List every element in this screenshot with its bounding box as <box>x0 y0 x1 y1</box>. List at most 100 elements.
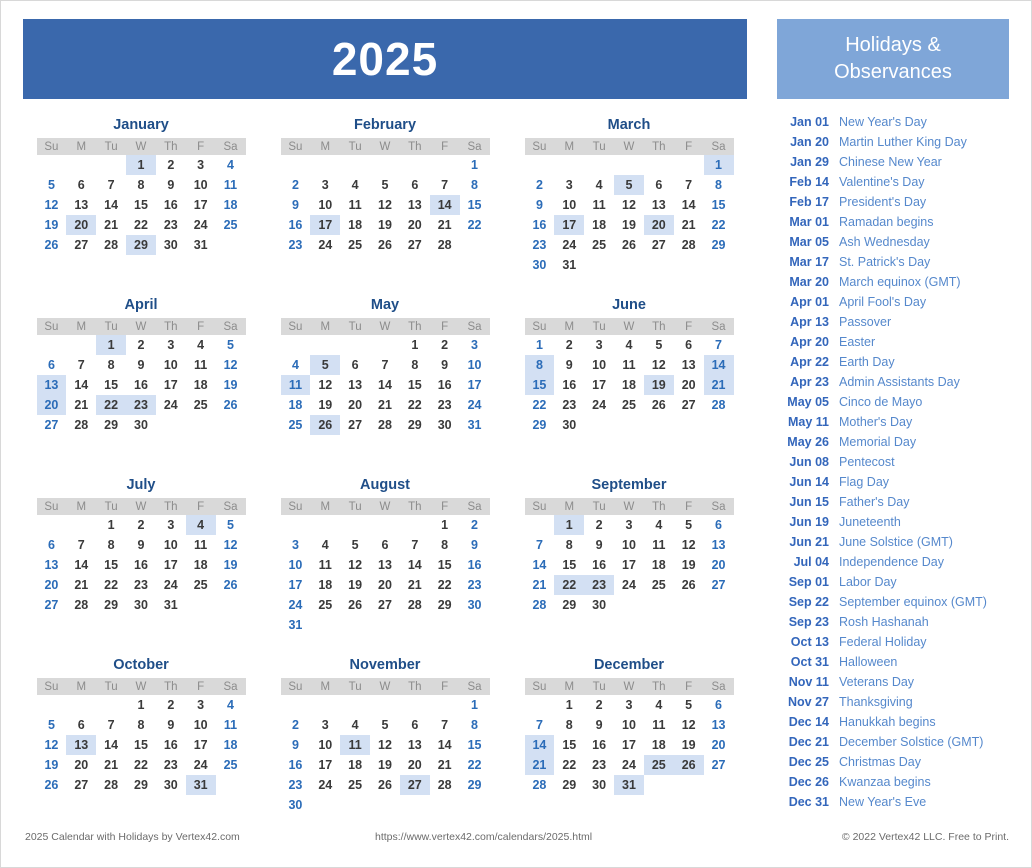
day-cell[interactable]: 14 <box>525 555 555 575</box>
day-cell[interactable]: 18 <box>186 555 216 575</box>
day-cell[interactable]: 23 <box>430 395 460 415</box>
day-cell[interactable]: 22 <box>554 755 584 775</box>
day-cell[interactable]: 26 <box>370 775 400 795</box>
day-cell[interactable]: 21 <box>66 395 96 415</box>
day-cell-highlighted[interactable]: 31 <box>185 775 216 795</box>
day-cell-highlighted[interactable]: 11 <box>340 735 371 755</box>
day-cell[interactable]: 21 <box>525 575 555 595</box>
day-cell[interactable]: 8 <box>430 535 460 555</box>
day-cell[interactable]: 1 <box>460 695 490 715</box>
day-cell[interactable]: 9 <box>126 535 156 555</box>
day-cell[interactable]: 10 <box>156 355 186 375</box>
day-cell[interactable]: 25 <box>216 215 246 235</box>
day-cell[interactable]: 15 <box>126 195 156 215</box>
day-cell[interactable]: 30 <box>156 775 186 795</box>
day-cell[interactable]: 17 <box>614 735 644 755</box>
day-cell[interactable]: 30 <box>584 775 614 795</box>
day-cell-highlighted[interactable]: 5 <box>310 355 341 375</box>
day-cell[interactable]: 11 <box>216 175 246 195</box>
day-cell[interactable]: 19 <box>674 555 704 575</box>
day-cell[interactable]: 4 <box>614 335 644 355</box>
day-cell[interactable]: 12 <box>216 355 246 375</box>
day-cell[interactable]: 26 <box>340 595 370 615</box>
day-cell[interactable]: 16 <box>156 195 186 215</box>
day-cell[interactable]: 7 <box>66 355 96 375</box>
day-cell[interactable]: 6 <box>704 515 734 535</box>
day-cell[interactable]: 3 <box>554 175 584 195</box>
day-cell[interactable]: 12 <box>614 195 644 215</box>
day-cell[interactable]: 4 <box>340 175 370 195</box>
day-cell[interactable]: 13 <box>66 195 96 215</box>
day-cell[interactable]: 28 <box>96 775 126 795</box>
day-cell[interactable]: 18 <box>216 735 246 755</box>
day-cell[interactable]: 11 <box>340 195 370 215</box>
day-cell[interactable]: 3 <box>310 175 340 195</box>
day-cell[interactable]: 22 <box>126 755 156 775</box>
day-cell[interactable]: 30 <box>460 595 490 615</box>
day-cell[interactable]: 10 <box>554 195 584 215</box>
day-cell[interactable]: 2 <box>156 695 186 715</box>
day-cell-highlighted[interactable]: 23 <box>584 575 615 595</box>
day-cell[interactable]: 21 <box>66 575 96 595</box>
day-cell[interactable]: 17 <box>156 375 186 395</box>
day-cell[interactable]: 12 <box>216 535 246 555</box>
day-cell[interactable]: 6 <box>674 335 704 355</box>
day-cell-highlighted[interactable]: 26 <box>310 415 341 435</box>
day-cell[interactable]: 21 <box>430 215 460 235</box>
day-cell[interactable]: 22 <box>400 395 430 415</box>
day-cell[interactable]: 29 <box>554 595 584 615</box>
day-cell[interactable]: 6 <box>400 175 430 195</box>
day-cell[interactable]: 24 <box>310 235 340 255</box>
day-cell[interactable]: 30 <box>281 795 311 815</box>
day-cell[interactable]: 21 <box>96 215 126 235</box>
day-cell[interactable]: 15 <box>554 555 584 575</box>
day-cell[interactable]: 11 <box>614 355 644 375</box>
day-cell[interactable]: 4 <box>584 175 614 195</box>
day-cell[interactable]: 27 <box>37 415 67 435</box>
day-cell[interactable]: 28 <box>66 415 96 435</box>
day-cell[interactable]: 24 <box>281 595 311 615</box>
day-cell[interactable]: 16 <box>525 215 555 235</box>
day-cell-highlighted[interactable]: 20 <box>643 215 674 235</box>
day-cell[interactable]: 14 <box>66 555 96 575</box>
day-cell[interactable]: 22 <box>460 215 490 235</box>
day-cell[interactable]: 25 <box>340 235 370 255</box>
day-cell-highlighted[interactable]: 14 <box>429 195 460 215</box>
day-cell[interactable]: 3 <box>460 335 490 355</box>
day-cell[interactable]: 14 <box>674 195 704 215</box>
day-cell[interactable]: 25 <box>186 395 216 415</box>
day-cell[interactable]: 1 <box>525 335 555 355</box>
day-cell[interactable]: 25 <box>644 575 674 595</box>
day-cell[interactable]: 3 <box>156 515 186 535</box>
day-cell[interactable]: 27 <box>37 595 67 615</box>
day-cell[interactable]: 11 <box>310 555 340 575</box>
day-cell[interactable]: 5 <box>674 695 704 715</box>
day-cell-highlighted[interactable]: 5 <box>614 175 644 195</box>
day-cell[interactable]: 27 <box>340 415 370 435</box>
day-cell[interactable]: 28 <box>704 395 734 415</box>
day-cell[interactable]: 27 <box>704 755 734 775</box>
day-cell[interactable]: 30 <box>156 235 186 255</box>
day-cell[interactable]: 12 <box>370 195 400 215</box>
day-cell[interactable]: 3 <box>614 695 644 715</box>
day-cell[interactable]: 28 <box>96 235 126 255</box>
day-cell[interactable]: 4 <box>644 695 674 715</box>
day-cell-highlighted[interactable]: 1 <box>96 335 127 355</box>
day-cell[interactable]: 3 <box>310 715 340 735</box>
day-cell[interactable]: 18 <box>340 755 370 775</box>
day-cell[interactable]: 29 <box>554 775 584 795</box>
day-cell[interactable]: 23 <box>156 215 186 235</box>
day-cell[interactable]: 19 <box>216 375 246 395</box>
day-cell[interactable]: 2 <box>126 515 156 535</box>
day-cell[interactable]: 5 <box>644 335 674 355</box>
day-cell[interactable]: 17 <box>310 755 340 775</box>
day-cell[interactable]: 1 <box>400 335 430 355</box>
day-cell[interactable]: 6 <box>400 715 430 735</box>
day-cell[interactable]: 9 <box>281 195 311 215</box>
day-cell[interactable]: 2 <box>584 695 614 715</box>
day-cell[interactable]: 9 <box>584 715 614 735</box>
day-cell[interactable]: 14 <box>430 735 460 755</box>
day-cell[interactable]: 2 <box>281 715 311 735</box>
day-cell[interactable]: 6 <box>66 175 96 195</box>
day-cell[interactable]: 5 <box>674 515 704 535</box>
